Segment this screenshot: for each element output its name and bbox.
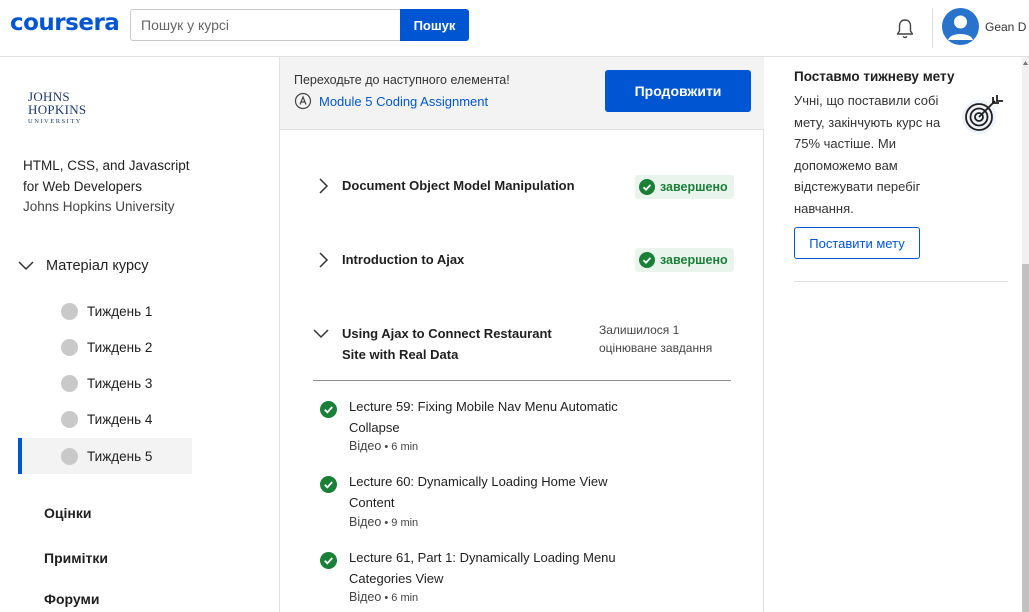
assignment-icon (294, 92, 312, 110)
sidebar-item-week-3[interactable]: Тиждень 3 (18, 365, 192, 401)
continue-button[interactable]: Продовжити (605, 70, 751, 112)
module-title[interactable]: Using Ajax to Connect Restaurant Site wi… (342, 323, 552, 365)
remaining-assignments: Залишилося 1 оцінюване завдання (599, 321, 729, 357)
sidebar-item-week-1[interactable]: Тиждень 1 (18, 293, 192, 329)
week-label: Тиждень 5 (87, 448, 153, 464)
jhu-logo[interactable]: JOHNS HOPKINS UNIVERSITY (28, 90, 98, 134)
lecture-title: Lecture 61, Part 1: Dynamically Loading … (349, 547, 649, 589)
lecture-title-line1: Lecture 61, Part 1: Dynamically Loading … (349, 550, 616, 565)
lecture-duration: 6 min (391, 592, 419, 604)
status-badge: завершено (635, 175, 734, 199)
scrollbar[interactable] (1022, 57, 1029, 612)
status-badge: завершено (635, 248, 734, 272)
course-content: Переходьте до наступного елемента! Modul… (280, 57, 764, 612)
scroll-thumb[interactable] (1022, 264, 1029, 612)
lecture-duration: 6 min (391, 441, 419, 453)
lecture-meta: Відео • 6 min (349, 590, 418, 604)
header-divider (932, 8, 933, 48)
course-materials-label: Матеріал курсу (46, 258, 149, 274)
next-item-caption: Переходьте до наступного елемента! (294, 73, 510, 87)
goal-title: Поставмо тижневу мету (794, 69, 955, 84)
lecture-title-line2: Categories View (349, 571, 444, 586)
lecture-meta: Відео • 9 min (349, 515, 418, 529)
sidebar-item-week-5[interactable]: Тиждень 5 (18, 438, 192, 474)
remaining-line2: оцінюване завдання (599, 341, 713, 355)
right-panel: Поставмо тижневу мету Учні, що поставили… (764, 57, 1029, 612)
module-title[interactable]: Document Object Model Manipulation (342, 175, 575, 196)
week-label: Тиждень 4 (87, 411, 153, 427)
status-label: завершено (660, 253, 728, 267)
check-circle-icon (320, 476, 337, 493)
search-button[interactable]: Пошук (400, 9, 469, 41)
lecture-title-line1: Lecture 60: Dynamically Loading Home Vie… (349, 474, 608, 489)
module-divider (313, 380, 731, 381)
status-label: завершено (660, 180, 728, 194)
remaining-line1: Залишилося 1 (599, 323, 680, 337)
scroll-up-arrow-icon[interactable] (1022, 59, 1029, 67)
lecture-title-line2: Content (349, 495, 395, 510)
set-goal-button[interactable]: Поставити мету (794, 227, 920, 259)
course-sidebar: JOHNS HOPKINS UNIVERSITY HTML, CSS, and … (0, 57, 280, 612)
course-org: Johns Hopkins University (23, 199, 175, 214)
lecture-meta-separator: • (381, 592, 392, 604)
week-label: Тиждень 2 (87, 339, 153, 355)
check-circle-icon (639, 179, 655, 195)
chevron-down-icon (18, 261, 34, 271)
module-title[interactable]: Introduction to Ajax (342, 249, 464, 270)
module-title-line1: Using Ajax to Connect Restaurant (342, 326, 552, 341)
lecture-title-line1: Lecture 59: Fixing Mobile Nav Menu Autom… (349, 399, 618, 414)
next-item-title: Module 5 Coding Assignment (319, 93, 489, 109)
next-item-link[interactable]: Module 5 Coding Assignment (294, 92, 488, 110)
check-circle-icon (320, 552, 337, 569)
lecture-type: Відео (349, 590, 382, 604)
search-input[interactable] (130, 9, 400, 41)
chevron-right-icon[interactable] (316, 177, 330, 195)
week-label: Тиждень 1 (87, 303, 153, 319)
lecture-meta-separator: • (381, 441, 392, 453)
lecture-meta-separator: • (381, 517, 392, 529)
sidebar-link-forums[interactable]: Форуми (44, 591, 99, 607)
check-circle-icon (639, 252, 655, 268)
target-icon (959, 91, 1007, 139)
lecture-type: Відео (349, 515, 382, 529)
chevron-right-icon[interactable] (316, 251, 330, 269)
goal-text: Учні, що поставили собі мету, закінчують… (794, 93, 941, 216)
lecture-title: Lecture 59: Fixing Mobile Nav Menu Autom… (349, 396, 649, 438)
lecture-title-line2: Collapse (349, 420, 400, 435)
week-status-icon (61, 302, 78, 320)
jhu-logo-line2: HOPKINS (28, 102, 87, 117)
week-status-icon (61, 374, 78, 392)
lecture-duration: 9 min (391, 517, 419, 529)
chevron-down-icon[interactable] (312, 327, 330, 339)
next-item-banner: Переходьте до наступного елемента! Modul… (280, 57, 764, 130)
sidebar-item-week-2[interactable]: Тиждень 2 (18, 329, 192, 365)
course-title[interactable]: HTML, CSS, and Javascript for Web Develo… (23, 155, 203, 197)
lecture-meta: Відео • 6 min (349, 439, 418, 453)
user-name[interactable]: Gean D (985, 20, 1026, 34)
course-materials-toggle[interactable]: Матеріал курсу (18, 258, 149, 274)
week-status-icon (61, 410, 78, 428)
module-title-line2: Site with Real Data (342, 347, 459, 362)
week-status-icon (61, 447, 78, 465)
week-status-icon (61, 338, 78, 356)
coursera-logo[interactable]: coursera (10, 10, 120, 36)
check-circle-icon (320, 401, 337, 418)
jhu-logo-line3: UNIVERSITY (28, 118, 82, 125)
sidebar-item-week-4[interactable]: Тиждень 4 (18, 401, 192, 437)
sidebar-link-grades[interactable]: Оцінки (44, 505, 91, 521)
top-header: coursera Пошук Gean D (0, 0, 1029, 57)
week-label: Тиждень 3 (87, 375, 153, 391)
bell-icon[interactable] (893, 17, 917, 41)
avatar[interactable] (942, 8, 979, 45)
sidebar-link-notes[interactable]: Примітки (44, 550, 108, 566)
lecture-title: Lecture 60: Dynamically Loading Home Vie… (349, 471, 649, 513)
lecture-type: Відео (349, 439, 382, 453)
right-divider (794, 281, 1008, 282)
